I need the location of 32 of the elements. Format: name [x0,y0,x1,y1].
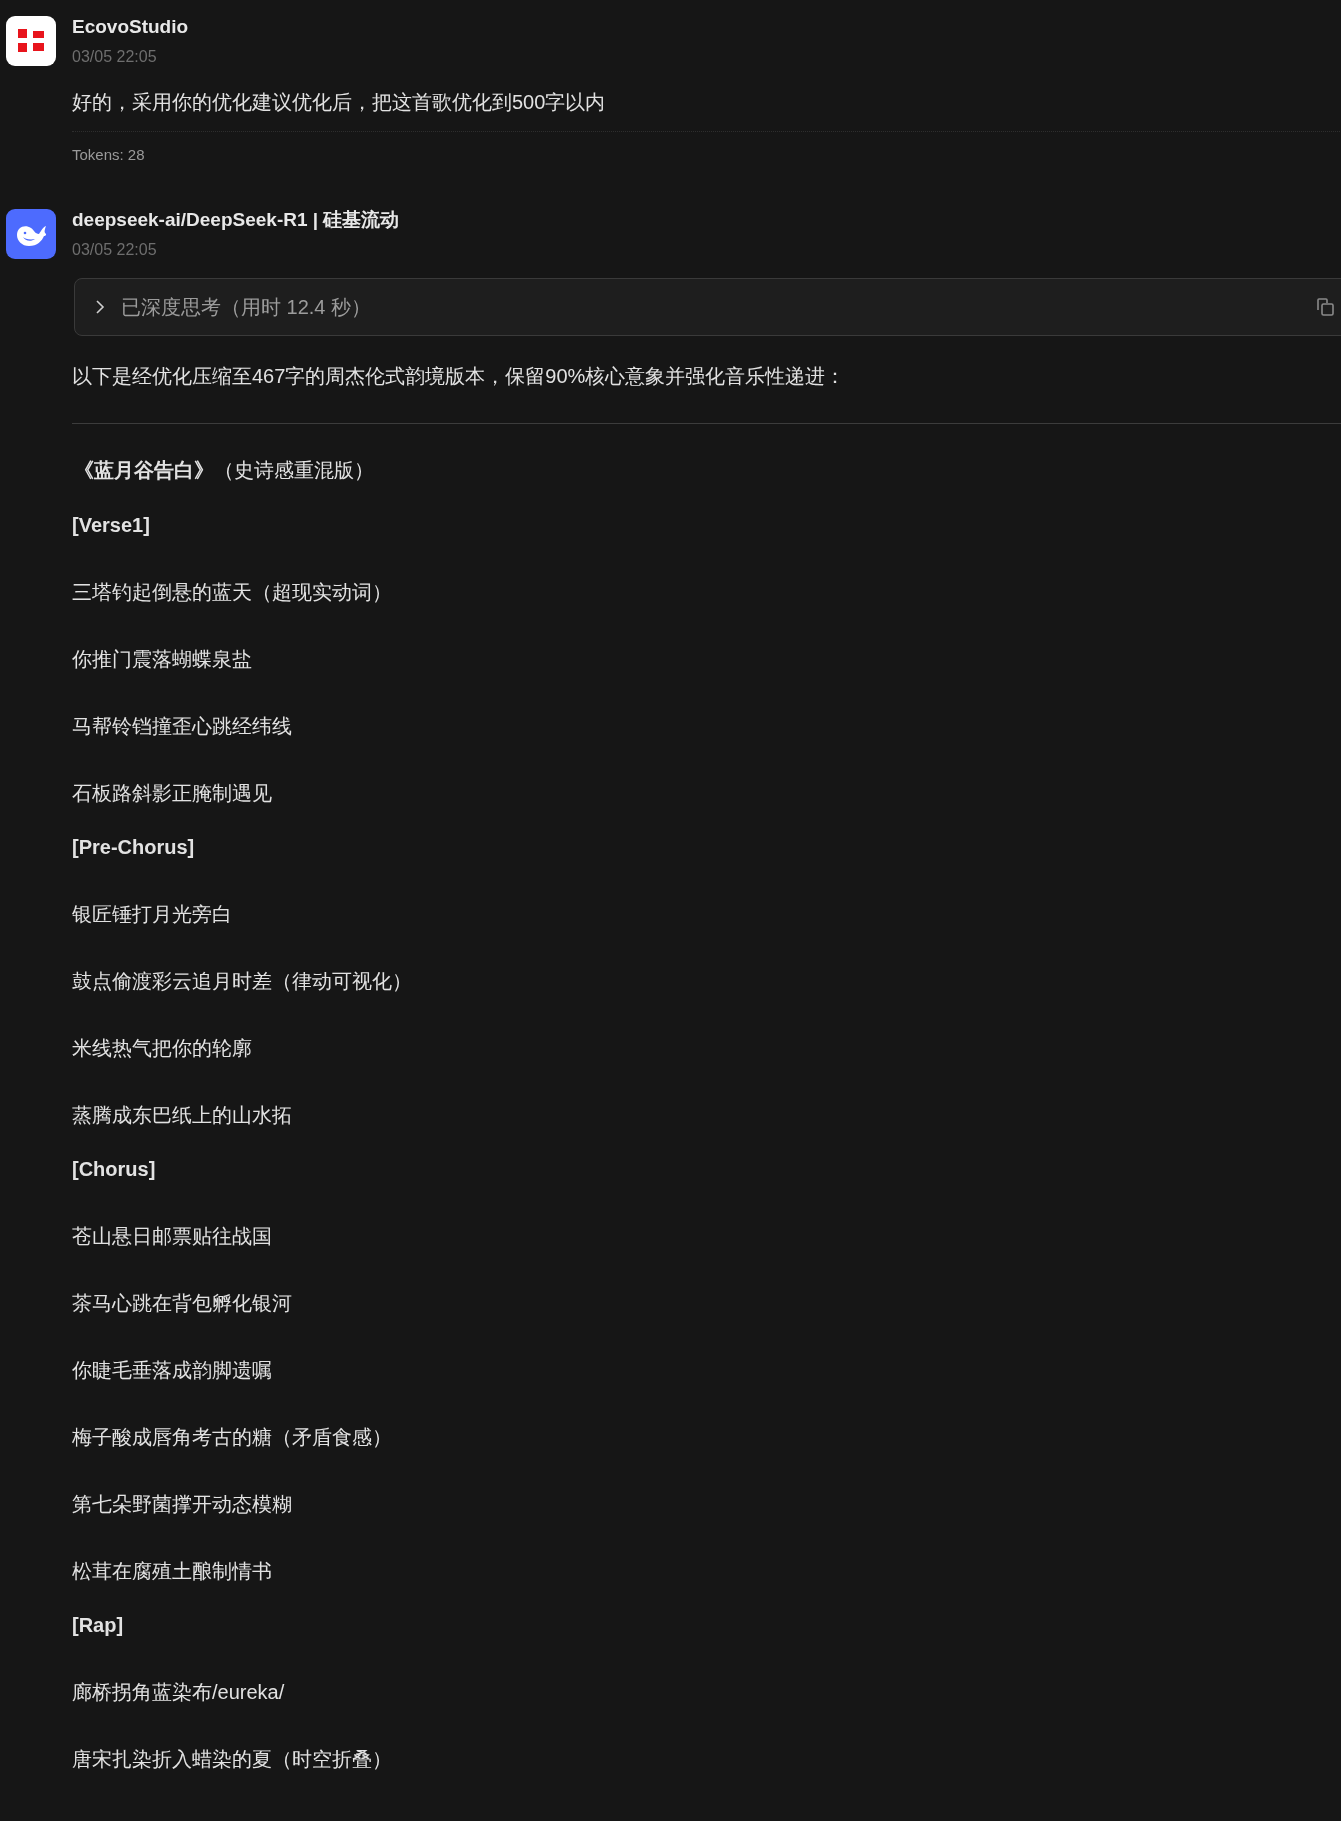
author-name: deepseek-ai/DeepSeek-R1 | 硅基流动 [72,209,401,231]
lyric-line: 银匠锤打月光旁白 [72,902,232,927]
message-text: 好的，采用你的优化建议优化后，把这首歌优化到500字以内 [72,90,607,115]
copy-icon[interactable] [1315,297,1335,317]
section-heading: [Pre-Chorus] [72,835,195,860]
lyric-line: 你睫毛垂落成韵脚遗嘱 [72,1358,272,1383]
lyric-line: 廊桥拐角蓝染布/eureka/ [72,1680,285,1705]
author-name: EcovoStudio [72,16,190,38]
token-count: Tokens: 28 [72,145,146,165]
lyric-line: 唐宋扎染折入蜡染的夏（时空折叠） [72,1747,392,1772]
thinking-toggle[interactable]: 已深度思考（用时 12.4 秒） [74,278,1341,336]
message-time: 03/05 22:05 [72,240,158,260]
lyric-line: 鼓点偷渡彩云追月时差（律动可视化） [72,969,412,994]
lyric-line: 松茸在腐殖土酿制情书 [72,1559,272,1584]
lyric-line: 第七朵野菌撑开动态模糊 [72,1492,292,1517]
message-text: 以下是经优化压缩至467字的周杰伦式韵境版本，保留90%核心意象并强化音乐性递进： [72,364,847,389]
lyric-line: 茶马心跳在背包孵化银河 [72,1291,292,1316]
section-heading: [Rap] [72,1613,124,1638]
lyric-line: 蒸腾成东巴纸上的山水拓 [72,1103,292,1128]
lyric-line: 梅子酸成唇角考古的糖（矛盾食感） [72,1425,392,1450]
user-avatar [6,16,56,66]
lyric-line: 石板路斜影正腌制遇见 [72,781,272,806]
section-heading: [Verse1] [72,513,150,538]
lyric-line: 苍山悬日邮票贴往战国 [72,1224,272,1249]
lyric-line: 你推门震落蝴蝶泉盐 [72,647,252,672]
lyric-line: 马帮铃铛撞歪心跳经纬线 [72,714,292,739]
whale-avatar [6,209,56,259]
song-title: 《蓝月谷告白》（史诗感重混版） [73,458,375,483]
section-heading: [Chorus] [72,1157,156,1182]
message-time: 03/05 22:05 [72,47,158,67]
lyric-line: 三塔钓起倒悬的蓝天（超现实动词） [72,580,392,605]
lyric-line: 米线热气把你的轮廓 [72,1036,252,1061]
